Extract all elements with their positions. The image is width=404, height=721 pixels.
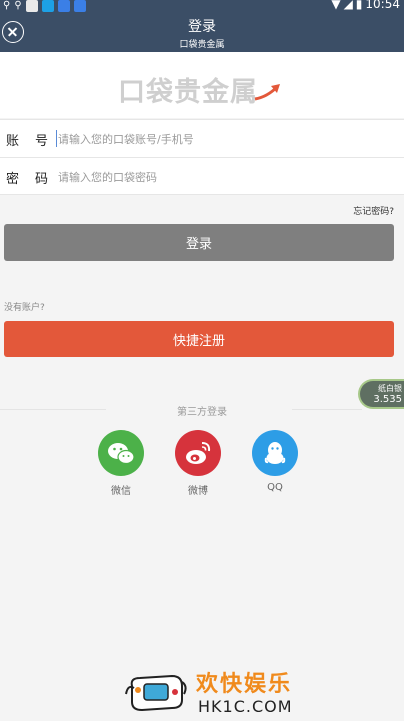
quick-register-button[interactable]: 快捷注册 <box>4 321 394 357</box>
watermark-title: 欢快娱乐 <box>196 672 293 697</box>
wechat-label: 微信 <box>111 486 131 497</box>
status-bar: ⚲ ⚲ ▼ ◢ ▮ 10:54 <box>0 0 404 12</box>
status-bar-app-icons: ⚲ ⚲ <box>3 0 86 12</box>
wifi-icon: ▼ <box>331 0 341 11</box>
wechat-icon <box>108 443 135 465</box>
logo-area: 口袋贵金属 <box>0 52 404 118</box>
no-account-text: 没有账户? <box>4 303 45 313</box>
battery-icon: ▮ <box>355 0 363 11</box>
baidu-icon <box>73 0 86 12</box>
baidu-icon <box>57 0 70 12</box>
weibo-icon <box>186 442 211 464</box>
signal-icon: ◢ <box>343 0 353 11</box>
maps-icon <box>25 0 38 12</box>
qq-label: QQ <box>267 482 283 493</box>
weibo-label: 微博 <box>188 486 208 497</box>
ticker-name: 纸白银 <box>378 384 402 393</box>
status-time: 10:54 <box>365 0 400 11</box>
qq-icon <box>264 442 286 464</box>
weibo-login-button[interactable]: 微博 <box>173 430 223 497</box>
account-row: 账号 <box>0 119 404 157</box>
text-cursor <box>56 130 57 147</box>
logo-arrow-icon <box>254 84 280 101</box>
forgot-password-link[interactable]: 忘记密码? <box>353 204 394 217</box>
password-input[interactable] <box>58 167 388 187</box>
watermark: 欢快娱乐 HK1C.COM <box>124 664 294 721</box>
status-bar-system: ▼ ◢ ▮ 10:54 <box>331 0 400 11</box>
password-row: 密码 <box>0 157 404 195</box>
search-icon: ⚲ <box>14 0 22 11</box>
search-icon: ⚲ <box>3 0 11 11</box>
account-input[interactable] <box>58 129 388 149</box>
login-button[interactable]: 登录 <box>4 224 394 261</box>
watermark-domain: HK1C.COM <box>198 697 293 716</box>
wechat-login-button[interactable]: 微信 <box>96 430 146 497</box>
app-logo: 口袋贵金属 <box>118 77 258 108</box>
zhifubao-icon <box>41 0 54 12</box>
page-title: 登录 <box>188 19 216 35</box>
third-party-login-title: 第三方登录 <box>177 407 227 418</box>
page-subtitle: 口袋贵金属 <box>179 40 225 50</box>
gamepad-hand-icon <box>125 674 187 712</box>
title-bar: 登录 口袋贵金属 <box>0 12 404 52</box>
qq-login-button[interactable]: QQ <box>250 430 300 493</box>
password-label: 密码 <box>6 172 65 187</box>
